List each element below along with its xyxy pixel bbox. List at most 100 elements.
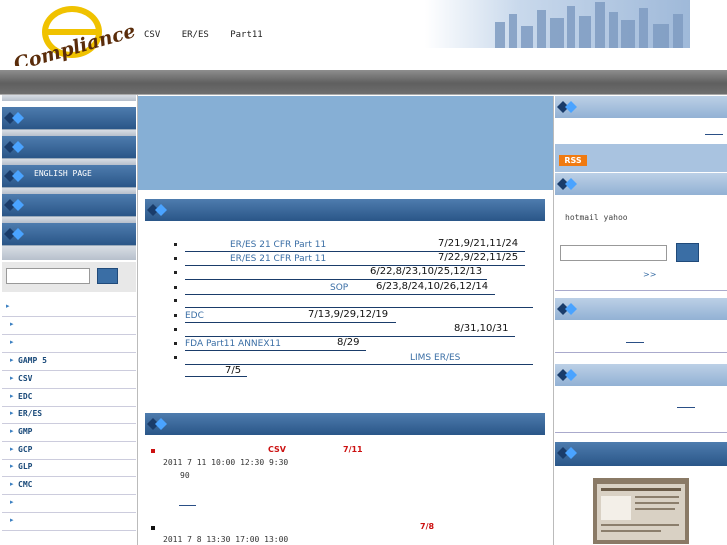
arrow-icon: ▸: [10, 480, 14, 488]
more-link[interactable]: [677, 407, 695, 408]
right-sidebar: RSS hotmail yahoo >>: [553, 96, 727, 545]
arrow-icon: ▸: [10, 498, 14, 506]
arrow-icon: ▸: [10, 409, 14, 417]
events-section-header: [145, 413, 545, 435]
news-link[interactable]: 6/22,8/23,10/25,12/13: [185, 266, 487, 280]
sidebar-item-edc[interactable]: ▸ EDC: [2, 389, 136, 407]
sidebar-link-3[interactable]: ▸: [2, 335, 136, 353]
news-section-header: [145, 199, 545, 221]
event-title[interactable]: CSV: [268, 445, 286, 454]
arrow-icon: ▸: [10, 427, 14, 435]
sidebar-link-12[interactable]: ▸: [2, 495, 136, 513]
sidebar-menu-4[interactable]: [2, 194, 136, 217]
more-link[interactable]: >>: [643, 270, 656, 279]
login-input[interactable]: [560, 245, 667, 261]
more-link[interactable]: [626, 342, 644, 343]
news-link[interactable]: EDC 7/13,9/29,12/19: [185, 309, 396, 323]
event-more-link[interactable]: [179, 505, 196, 506]
more-link[interactable]: [705, 134, 723, 135]
arrow-icon: ▸: [10, 445, 14, 453]
right-panel-3: [555, 320, 727, 353]
diamond-icon: [557, 369, 577, 381]
event-date: 7/11: [343, 445, 363, 454]
arrow-icon: ▸: [10, 374, 14, 382]
sidebar-link-2[interactable]: ▸: [2, 317, 136, 335]
news-link[interactable]: ER/ES 21 CFR Part 11 7/21,9/21,11/24: [185, 238, 525, 252]
diamond-icon: [557, 178, 577, 190]
right-panel-header-3: [555, 298, 727, 320]
sidebar-menu-2[interactable]: [2, 136, 136, 159]
bullet: [174, 356, 177, 359]
nav-part11[interactable]: Part11: [230, 30, 263, 40]
sidebar-item-cmc[interactable]: ▸ CMC: [2, 477, 136, 495]
header: Compliance CSV ER/ES Part11: [0, 0, 727, 70]
bullet: [174, 257, 177, 260]
sidebar-item-gamp5[interactable]: ▸ GAMP 5: [2, 353, 136, 371]
news-link[interactable]: FDA Part11 ANNEX11 8/29: [185, 337, 366, 351]
login-hint: hotmail yahoo: [565, 213, 628, 222]
search-button[interactable]: [97, 268, 118, 284]
rss-icon[interactable]: RSS: [559, 155, 587, 166]
news-link-cont[interactable]: 7/5: [185, 365, 247, 377]
diamond-icon: [4, 170, 24, 182]
divider: [2, 95, 136, 101]
arrow-icon: ▸: [6, 302, 10, 310]
right-panel-5: [555, 466, 727, 545]
search-input[interactable]: [6, 268, 90, 284]
login-panel: hotmail yahoo >>: [555, 195, 727, 291]
english-page-label: ENGLISH PAGE: [34, 169, 92, 178]
city-skyline-image: [425, 0, 690, 48]
bullet: [174, 271, 177, 274]
event-details: 2011 7 8 13:30 17:00 13:00: [163, 535, 289, 544]
arrow-icon: ▸: [10, 516, 14, 524]
sidebar-link-1[interactable]: ▸: [2, 299, 136, 317]
nav-eres[interactable]: ER/ES: [182, 30, 209, 40]
sidebar-item-eres[interactable]: ▸ ER/ES: [2, 406, 136, 424]
event-bullet: [151, 526, 155, 530]
diamond-icon: [147, 204, 167, 216]
sidebar-link-13[interactable]: ▸: [2, 513, 136, 531]
event-details: 2011 7 11 10:00 12:30 9:30: [163, 458, 289, 467]
divider: [2, 246, 136, 260]
right-panel-header-5: [555, 442, 727, 466]
main-banner: [138, 96, 553, 190]
login-button[interactable]: [676, 243, 699, 262]
sidebar-item-glp[interactable]: ▸ GLP: [2, 459, 136, 477]
news-link[interactable]: 8/31,10/31: [185, 323, 515, 337]
sidebar-item-csv[interactable]: ▸ CSV: [2, 371, 136, 389]
event-date: 7/8: [420, 522, 435, 531]
sidebar-english-page[interactable]: ENGLISH PAGE: [2, 165, 136, 188]
diamond-icon: [4, 112, 24, 124]
nav-csv[interactable]: CSV: [144, 30, 160, 40]
sidebar-menu-1[interactable]: [2, 107, 136, 130]
site-search: [2, 262, 136, 292]
right-panel-header-4: [555, 364, 727, 386]
book-thumbnail-image[interactable]: [593, 478, 689, 544]
top-nav: CSV ER/ES Part11: [144, 30, 279, 40]
diamond-icon: [557, 447, 577, 459]
arrow-icon: ▸: [10, 320, 14, 328]
diamond-icon: [557, 303, 577, 315]
arrow-icon: ▸: [10, 462, 14, 470]
event-bullet: [151, 449, 155, 453]
bullet: [174, 299, 177, 302]
news-link[interactable]: LIMS ER/ES: [185, 353, 533, 365]
news-link[interactable]: [185, 296, 533, 308]
arrow-icon: ▸: [10, 338, 14, 346]
bullet: [174, 314, 177, 317]
sidebar-item-gcp[interactable]: ▸ GCP: [2, 442, 136, 460]
sidebar-menu-5[interactable]: [2, 223, 136, 246]
event-details-2: 90: [180, 471, 190, 480]
bullet: [174, 286, 177, 289]
bullet: [174, 243, 177, 246]
news-link[interactable]: SOP 6/23,8/24,10/26,12/14: [185, 281, 495, 295]
diamond-icon: [4, 199, 24, 211]
main-menu-bar: [0, 70, 727, 95]
right-panel-header-2: [555, 173, 727, 195]
arrow-icon: ▸: [10, 356, 14, 364]
arrow-icon: ▸: [10, 392, 14, 400]
sidebar-item-gmp[interactable]: ▸ GMP: [2, 424, 136, 442]
site-logo[interactable]: Compliance: [6, 2, 142, 66]
news-link[interactable]: ER/ES 21 CFR Part 11 7/22,9/22,11/25: [185, 252, 525, 266]
right-panel-4: [555, 386, 727, 433]
